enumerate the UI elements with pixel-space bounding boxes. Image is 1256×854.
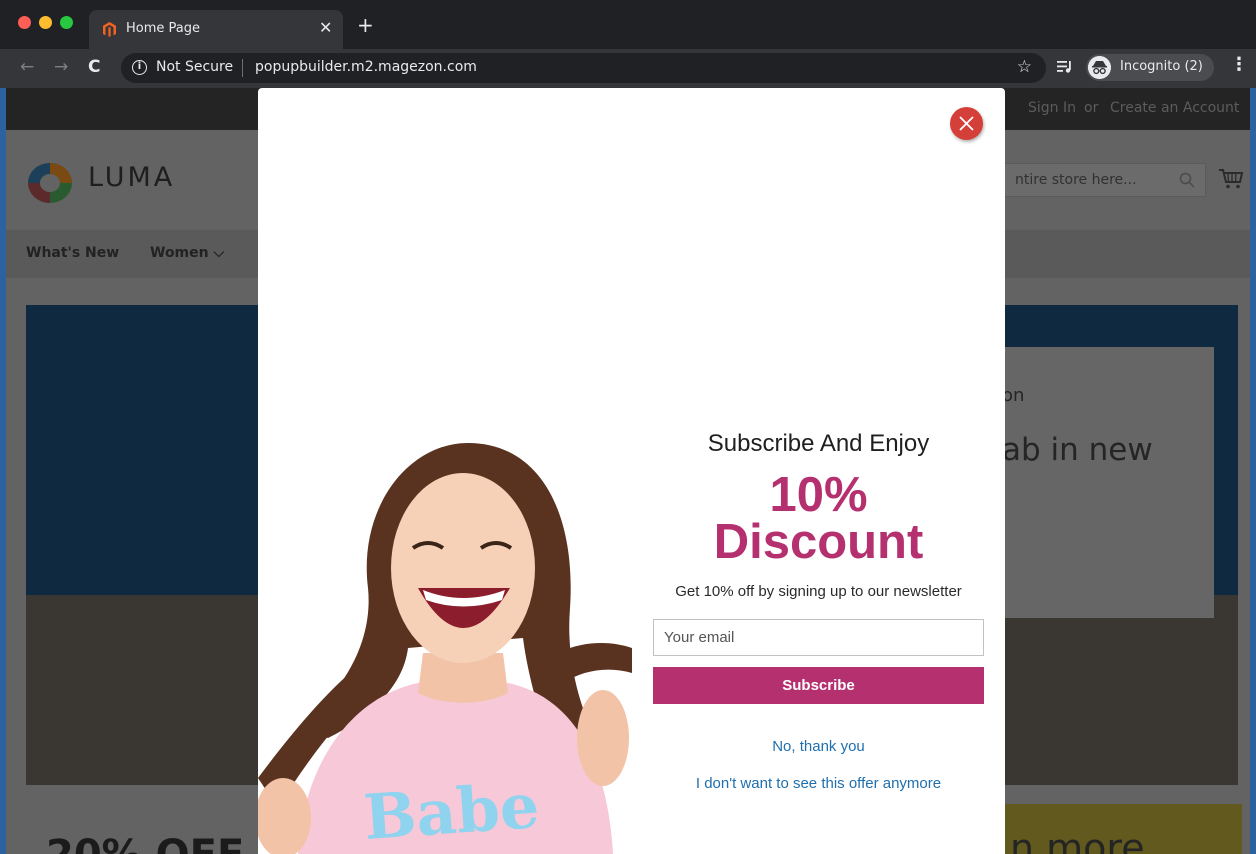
popup-discount: 10% Discount — [632, 468, 1005, 569]
window-close-button[interactable] — [18, 16, 31, 29]
discount-percent: 10% — [769, 468, 868, 522]
incognito-profile-button[interactable]: Incognito (2) — [1086, 54, 1214, 81]
new-tab-button[interactable]: + — [357, 15, 374, 35]
nav-item-women[interactable]: Women ⌵ — [150, 245, 224, 261]
promo-right-text: n more — [1010, 826, 1145, 854]
subscribe-button[interactable]: Subscribe — [653, 667, 984, 704]
media-control-icon[interactable] — [1056, 58, 1073, 75]
forward-button[interactable]: → — [54, 57, 68, 77]
tab-title: Home Page — [126, 21, 200, 36]
popup-heading: Subscribe And Enjoy — [707, 430, 930, 457]
shirt-print-text: Babe — [361, 769, 541, 854]
hero-card-subtitle: on — [1002, 385, 1025, 406]
window-zoom-button[interactable] — [60, 16, 73, 29]
popup-content: Subscribe And Enjoy 10% Discount Get 10%… — [632, 88, 1005, 854]
browser-menu-icon[interactable]: ⋮ — [1230, 56, 1248, 74]
store-search-placeholder: ntire store here... — [1015, 172, 1137, 188]
popup-subtext: Get 10% off by signing up to our newslet… — [675, 583, 962, 600]
or-text: or — [1084, 100, 1099, 116]
incognito-icon — [1088, 56, 1111, 79]
reload-button[interactable]: C — [88, 57, 100, 77]
security-status[interactable]: Not Secure — [156, 59, 233, 75]
nav-item-whats-new[interactable]: What's New — [26, 245, 119, 261]
info-icon[interactable]: i — [132, 60, 147, 75]
dont-show-again-link[interactable]: I don't want to see this offer anymore — [632, 775, 1005, 792]
tab-strip: Home Page ✕ + — [0, 0, 1256, 49]
back-button[interactable]: ← — [20, 57, 34, 77]
luma-logo-icon[interactable] — [26, 162, 74, 204]
tab-home-page[interactable]: Home Page ✕ — [89, 10, 343, 49]
no-thanks-link[interactable]: No, thank you — [632, 738, 1005, 755]
magento-favicon-icon — [103, 22, 116, 37]
url-text[interactable]: popupbuilder.m2.magezon.com — [255, 59, 477, 75]
newsletter-popup: Babe Subscribe And Enjoy 10% Discount Ge… — [258, 88, 1005, 854]
address-bar[interactable]: i Not Secure popupbuilder.m2.magezon.com… — [121, 53, 1046, 83]
email-field[interactable] — [653, 619, 984, 656]
create-account-link[interactable]: Create an Account — [1110, 100, 1239, 116]
cart-icon[interactable] — [1218, 168, 1244, 190]
promo-left-text: 20% OFF — [46, 832, 244, 854]
incognito-label: Incognito (2) — [1120, 59, 1203, 74]
window-minimize-button[interactable] — [39, 16, 52, 29]
bookmark-star-icon[interactable]: ☆ — [1017, 57, 1032, 77]
hero-card-title: ab in new — [1002, 432, 1153, 468]
sign-in-link[interactable]: Sign In — [1028, 100, 1076, 116]
popup-model-photo: Babe — [258, 438, 632, 854]
luma-logo-text[interactable]: LUMA — [88, 162, 175, 193]
search-icon[interactable] — [1179, 172, 1195, 188]
address-divider — [242, 59, 243, 77]
tab-close-icon[interactable]: ✕ — [319, 18, 332, 37]
browser-chrome: Home Page ✕ + ← → C i Not Secure popupbu… — [0, 0, 1256, 88]
discount-label: Discount — [713, 515, 924, 569]
